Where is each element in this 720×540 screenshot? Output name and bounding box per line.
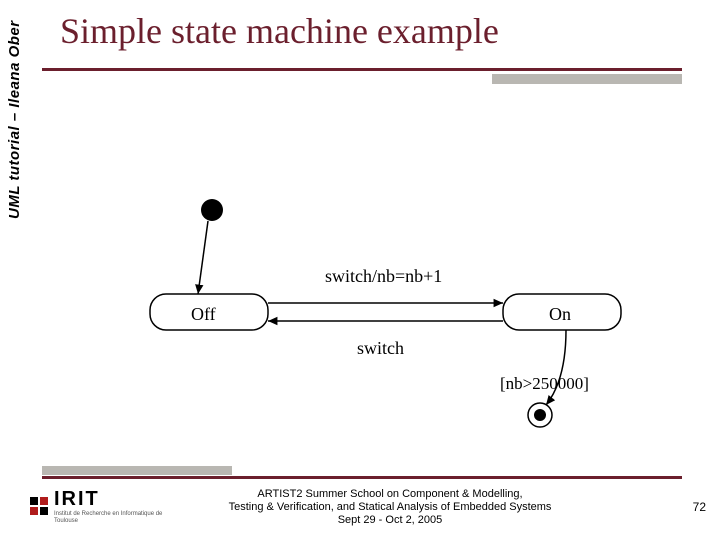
transition-initial-to-off — [198, 221, 208, 294]
logo-squares-icon — [30, 497, 48, 515]
footer-rule-shadow — [42, 466, 232, 475]
footer-line3: Sept 29 - Oct 2, 2005 — [338, 514, 443, 526]
final-state-inner — [534, 409, 546, 421]
slide: UML tutorial – Ileana Ober Simple state … — [0, 0, 720, 540]
logo: IRIT Institut de Recherche en Informatiq… — [30, 490, 180, 522]
transition-on-to-off-label: switch — [357, 338, 404, 359]
footer-line2: Testing & Verification, and Statical Ana… — [229, 501, 552, 513]
page-number: 72 — [693, 500, 706, 514]
footer-text: ARTIST2 Summer School on Component & Mod… — [200, 488, 580, 527]
off-state-label: Off — [191, 304, 216, 325]
footer-line1: ARTIST2 Summer School on Component & Mod… — [257, 488, 522, 500]
logo-subtext: Institut de Recherche en Informatique de… — [54, 511, 180, 525]
transition-guard-label: [nb>250000] — [500, 374, 589, 394]
footer-rule — [42, 476, 682, 479]
logo-text: IRIT — [54, 488, 180, 511]
on-state-label: On — [549, 304, 571, 325]
initial-state-icon — [201, 199, 223, 221]
transition-off-to-on-label: switch/nb=nb+1 — [325, 266, 442, 287]
